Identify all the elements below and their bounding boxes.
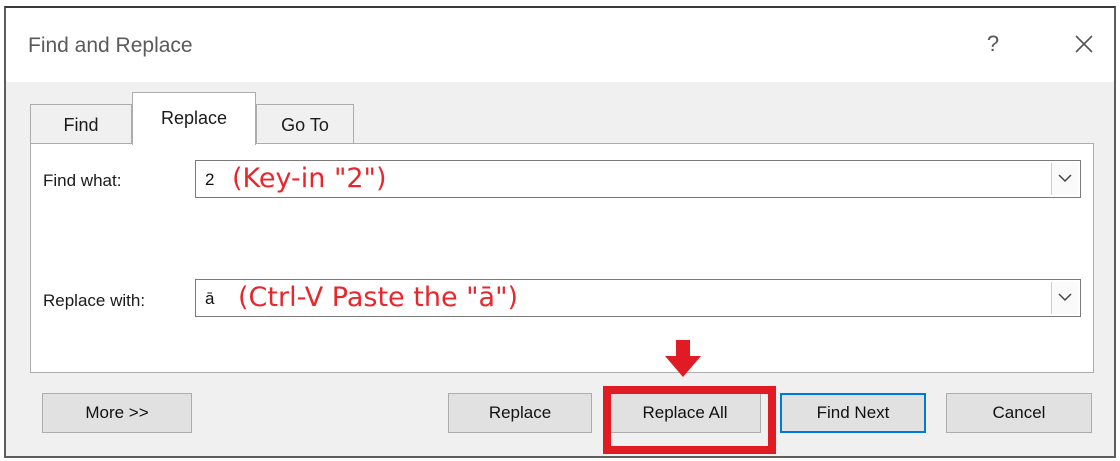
- find-annotation: (Key-in "2"): [232, 163, 387, 194]
- find-replace-dialog: Find and Replace ? Find Replace Go To Fi…: [4, 6, 1116, 458]
- find-dropdown-button[interactable]: [1051, 163, 1078, 195]
- tab-go-to[interactable]: Go To: [256, 104, 354, 144]
- down-arrow-icon: [665, 340, 701, 377]
- replace-with-label: Replace with:: [43, 291, 146, 310]
- cancel-button[interactable]: Cancel: [946, 393, 1092, 433]
- tab-go-to-label: Go To: [281, 115, 329, 135]
- dropdown-arrow-icon: [1058, 293, 1072, 302]
- replace-all-highlight: [603, 386, 776, 454]
- close-button[interactable]: [1064, 26, 1104, 62]
- replace-dropdown-button[interactable]: [1051, 282, 1078, 314]
- help-icon: ?: [986, 31, 1000, 56]
- replace-button[interactable]: Replace: [448, 393, 592, 433]
- tab-find[interactable]: Find: [30, 104, 132, 144]
- replace-with-combobox[interactable]: ā (Ctrl-V Paste the "ā"): [195, 279, 1081, 317]
- find-what-label: Find what:: [43, 171, 122, 190]
- find-next-button[interactable]: Find Next: [780, 393, 926, 433]
- help-button[interactable]: ?: [978, 26, 1008, 62]
- replace-annotation: (Ctrl-V Paste the "ā"): [238, 282, 519, 313]
- title-bar: Find and Replace ?: [6, 8, 1114, 82]
- find-what-value: 2: [205, 170, 215, 189]
- close-icon: [1075, 35, 1093, 53]
- find-what-combobox[interactable]: 2 (Key-in "2"): [195, 160, 1081, 198]
- dropdown-arrow-icon: [1058, 174, 1072, 183]
- tab-replace[interactable]: Replace: [132, 92, 256, 145]
- tab-find-label: Find: [63, 115, 99, 135]
- window-title: Find and Replace: [28, 34, 193, 57]
- tab-replace-label: Replace: [160, 108, 228, 128]
- more-button[interactable]: More >>: [42, 393, 192, 433]
- replace-panel: Find what: 2 (Key-in "2") Replace with: …: [30, 143, 1094, 373]
- replace-with-value: ā: [205, 289, 215, 308]
